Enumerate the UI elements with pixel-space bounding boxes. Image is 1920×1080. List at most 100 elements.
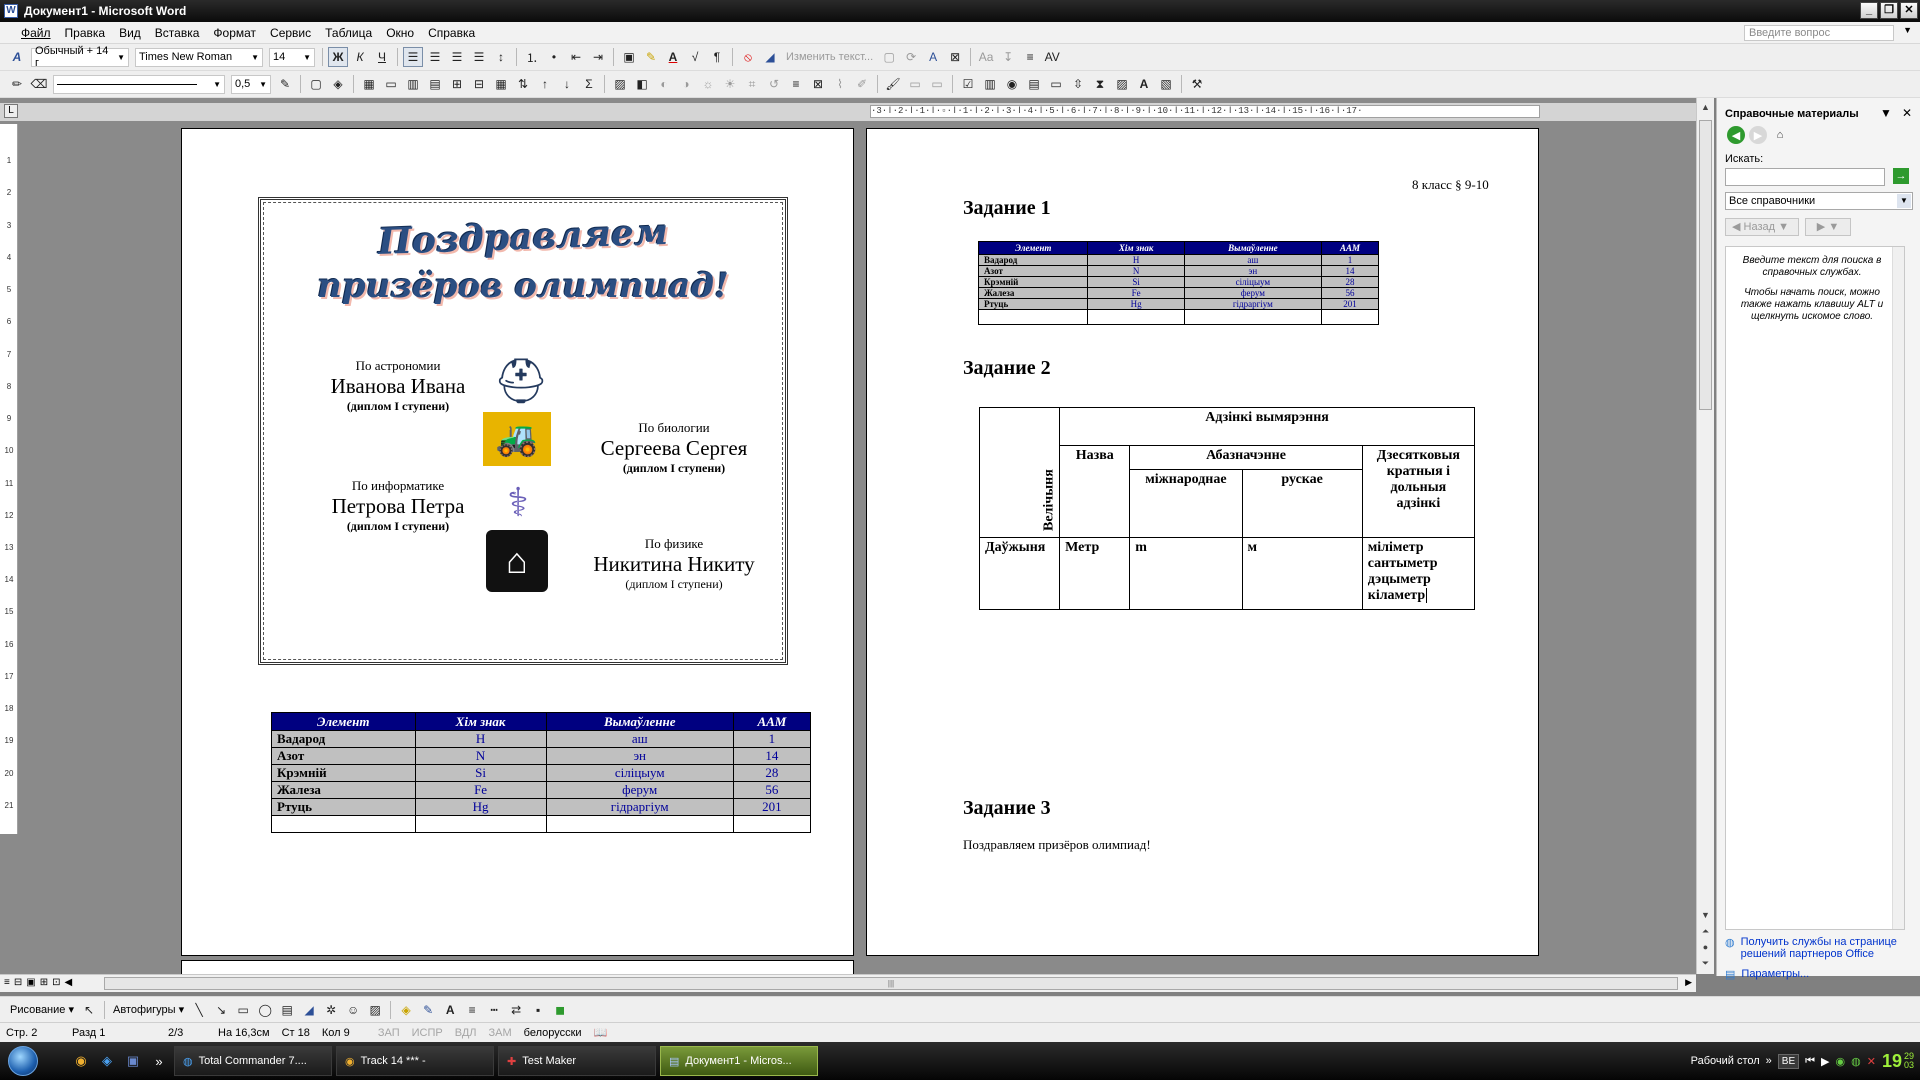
quicklaunch-more-icon[interactable]: » <box>148 1050 170 1072</box>
arrow-style-icon[interactable]: ⇄ <box>506 1000 526 1020</box>
clock[interactable]: 19 29 03 <box>1882 1052 1914 1071</box>
search-go-icon[interactable]: → <box>1893 168 1909 184</box>
table-cell[interactable]: Жалеза <box>977 287 1089 299</box>
ruler-scale[interactable]: ·3·ǀ·2·ǀ·1·ǀ·▫·ǀ·1·ǀ·2·ǀ·3·ǀ·4·ǀ·5·ǀ·6·ǀ… <box>870 105 1540 118</box>
research-stop-icon[interactable]: ⦸ <box>738 47 758 67</box>
more-brightness-icon[interactable]: ☼ <box>698 74 718 94</box>
wordart-alignment-icon[interactable]: ≡ <box>1020 47 1040 67</box>
autoshapes-menu[interactable]: Автофигуры ▾ <box>109 1003 188 1016</box>
next-page-icon[interactable]: ⏷ <box>1699 958 1712 971</box>
wordart-shape-icon[interactable]: ▢ <box>879 47 899 67</box>
table-cell[interactable] <box>732 815 812 833</box>
unit-name-cell[interactable]: Метр <box>1059 537 1131 610</box>
less-brightness-icon[interactable]: ☀ <box>720 74 740 94</box>
units-header[interactable]: Адзінкі вымярэння <box>1059 407 1475 446</box>
chem-table-small[interactable]: Элемент Хім знак Вымаўленне ААМ Вадарод … <box>977 241 1380 325</box>
table-cell[interactable]: H <box>1087 254 1185 266</box>
tractor-icon[interactable]: 🚜 <box>483 412 551 466</box>
select-browse-object-icon[interactable]: ● <box>1699 942 1712 955</box>
table-cell[interactable]: Si <box>1087 276 1185 288</box>
table-cell[interactable]: 14 <box>732 747 812 765</box>
distribute-columns-icon[interactable]: ⊟ <box>469 74 489 94</box>
table-cell[interactable]: 28 <box>732 764 812 782</box>
table-cell[interactable]: Вадарод <box>977 254 1089 266</box>
table-cell[interactable]: 201 <box>1320 298 1380 310</box>
dash-style-icon[interactable]: ┅ <box>484 1000 504 1020</box>
properties-icon[interactable]: ⚒ <box>1187 74 1207 94</box>
scroll-up-icon[interactable]: ▲ <box>1699 102 1712 115</box>
table-cell[interactable] <box>1087 309 1185 325</box>
table-cell[interactable]: H <box>414 730 547 748</box>
desktop-more-icon[interactable]: » <box>1766 1055 1772 1067</box>
format-picture-icon[interactable]: ✐ <box>852 74 872 94</box>
table-cell[interactable]: 56 <box>732 781 812 799</box>
menu-file[interactable]: Файл <box>14 26 58 40</box>
text-box-icon[interactable]: ▭ <box>1046 74 1066 94</box>
wordart-insert-icon[interactable]: ◢ <box>299 1000 319 1020</box>
ru-header[interactable]: рускае <box>1241 469 1363 538</box>
table-cell[interactable] <box>977 309 1089 325</box>
table-cell[interactable]: ферум <box>1183 287 1322 299</box>
font-combo[interactable]: Times New Roman ▼ <box>135 47 263 67</box>
line-style-draw-icon[interactable]: ≡ <box>462 1000 482 1020</box>
autosum-icon[interactable]: Σ <box>579 74 599 94</box>
intl-symbol-cell[interactable]: m <box>1129 537 1243 610</box>
option-button-icon[interactable]: ◉ <box>1002 74 1022 94</box>
border-color-icon[interactable]: ✎ <box>275 74 295 94</box>
intl-header[interactable]: міжнароднае <box>1129 469 1243 538</box>
align-cell-icon[interactable]: ▤ <box>425 74 445 94</box>
ask-dropdown-icon[interactable]: ▼ <box>1903 25 1912 35</box>
justify-icon[interactable]: ☰ <box>469 47 489 67</box>
spin-icon[interactable]: ⧗ <box>1090 74 1110 94</box>
image-icon[interactable]: ▧ <box>1156 74 1176 94</box>
fill-color-icon[interactable]: ◈ <box>396 1000 416 1020</box>
scroll-thumb[interactable] <box>1699 120 1712 410</box>
less-contrast-icon[interactable]: ◑ <box>676 74 696 94</box>
line-weight-combo[interactable]: 0,5 ▼ <box>231 74 271 94</box>
wordart-vertical-icon[interactable]: ↧ <box>998 47 1018 67</box>
menu-window[interactable]: Окно <box>379 26 421 40</box>
shadow-icon[interactable]: ▪ <box>528 1000 548 1020</box>
table-cell[interactable]: Жалеза <box>271 781 416 799</box>
rectangle-icon[interactable]: ▭ <box>233 1000 253 1020</box>
frame-props-icon[interactable]: ▭ <box>927 74 947 94</box>
name-header[interactable]: Назва <box>1059 445 1131 538</box>
football-helmet-icon[interactable]: ⛑ <box>486 350 556 412</box>
shading-color-icon[interactable]: ◈ <box>328 74 348 94</box>
wordart-icon[interactable]: ◢ <box>760 47 780 67</box>
table-cell[interactable]: ферум <box>545 781 734 799</box>
italic-button[interactable]: К <box>350 47 370 67</box>
label-icon[interactable]: A <box>1134 74 1154 94</box>
print-layout-icon[interactable]: ▣ <box>26 977 35 988</box>
crop-icon[interactable]: ⌗ <box>742 74 762 94</box>
styles-formatting-icon[interactable]: A <box>7 47 27 67</box>
task-pane-close-icon[interactable]: ✕ <box>1902 106 1912 120</box>
wordart-title-line1[interactable]: Поздравляем <box>260 207 785 267</box>
drawing-menu[interactable]: Рисование ▾ <box>6 1003 78 1016</box>
table-cell[interactable]: Hg <box>1087 298 1185 310</box>
free-rotate-icon[interactable]: ⟳ <box>901 47 921 67</box>
decrease-indent-icon[interactable]: ⇤ <box>566 47 586 67</box>
wordart-same-height-icon[interactable]: Aa <box>976 47 996 67</box>
menu-table[interactable]: Таблица <box>318 26 379 40</box>
table-cell[interactable] <box>414 815 547 833</box>
underline-button[interactable]: Ч <box>372 47 392 67</box>
task-track[interactable]: ◉ Track 14 *** - <box>336 1046 494 1076</box>
draw-font-color-icon[interactable]: A <box>440 1000 460 1020</box>
spelling-status-icon[interactable]: 📖 <box>588 1026 614 1039</box>
previous-page-icon[interactable]: ⏶ <box>1699 926 1712 939</box>
forward-button[interactable]: ▶ ▼ <box>1805 218 1851 236</box>
status-track-changes[interactable]: ИСПР <box>406 1027 449 1039</box>
quantity-header[interactable]: Велічыня <box>979 407 1060 538</box>
task-pane-menu-icon[interactable]: ▼ <box>1880 106 1892 120</box>
line-spacing-icon[interactable]: ↕ <box>491 47 511 67</box>
table-cell[interactable]: 1 <box>1320 254 1380 266</box>
table-cell[interactable] <box>545 815 734 833</box>
table-cell[interactable]: Si <box>414 764 547 782</box>
table-cell[interactable] <box>1320 309 1380 325</box>
task-word-document[interactable]: ▤ Документ1 - Micros... <box>660 1046 818 1076</box>
sort-ascending-icon[interactable]: ↑ <box>535 74 555 94</box>
borders-icon[interactable]: ▣ <box>619 47 639 67</box>
table-cell[interactable]: сіліцыум <box>1183 276 1322 288</box>
more-contrast-icon[interactable]: ◐ <box>654 74 674 94</box>
